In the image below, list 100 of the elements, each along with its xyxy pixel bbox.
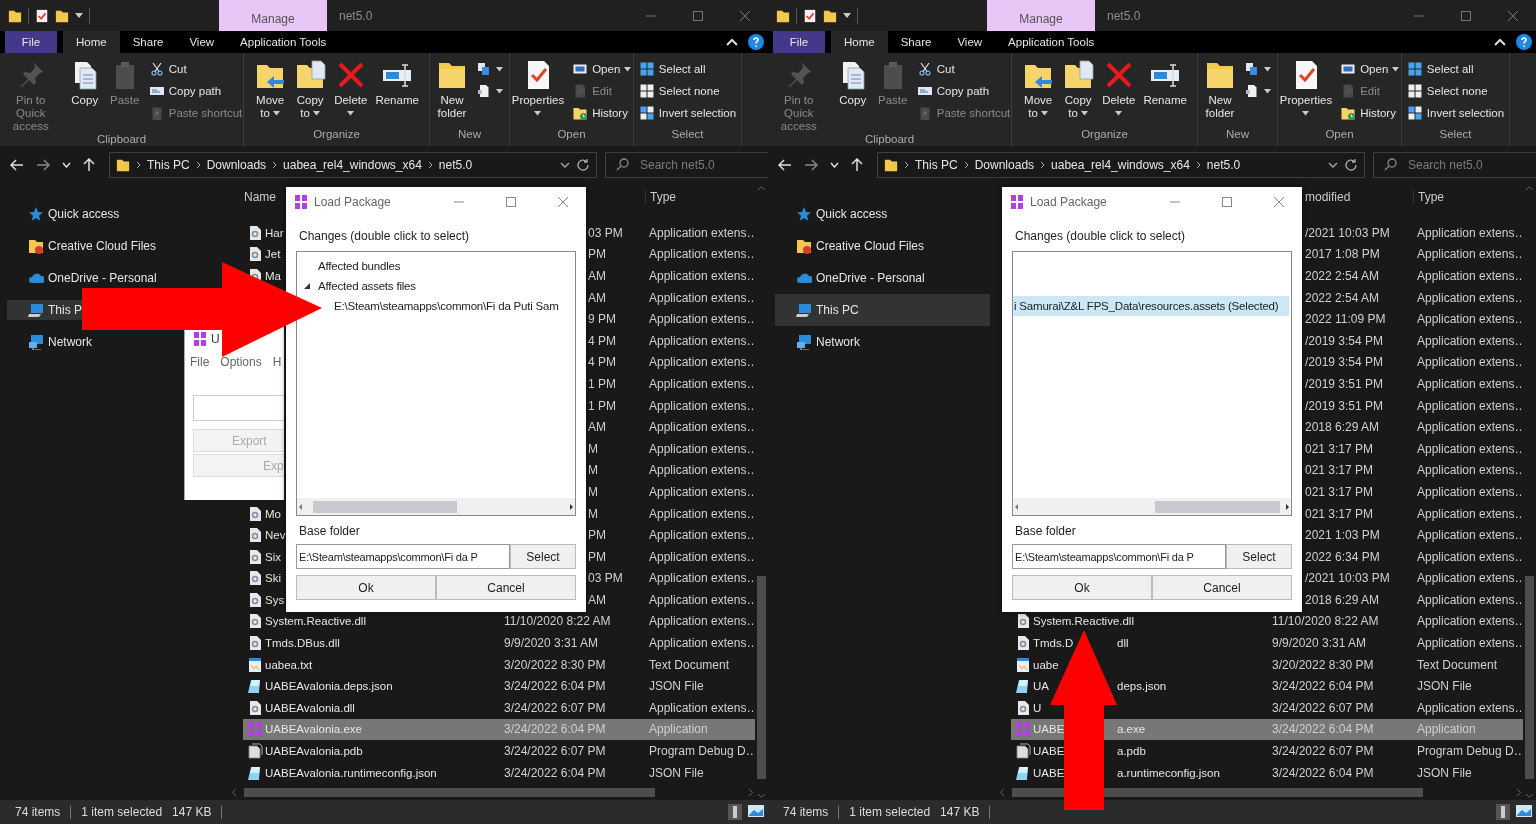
breadcrumb[interactable]: Downloads (206, 158, 267, 172)
ribbon-button[interactable]: Select all (1404, 59, 1507, 79)
help-icon[interactable] (1516, 34, 1532, 50)
scroll-thumb[interactable] (1525, 575, 1534, 780)
scroll-thumb[interactable] (757, 575, 766, 780)
base-folder-field[interactable]: E:\Steam\steamapps\common\Fi da P (1012, 544, 1226, 569)
up-button[interactable] (81, 156, 97, 174)
ok-button[interactable]: Ok (1012, 575, 1152, 600)
ribbon-button[interactable]: Copy to (1060, 59, 1097, 120)
folder-icon[interactable] (55, 8, 69, 23)
input-field[interactable] (193, 395, 284, 421)
recent-button[interactable] (60, 160, 73, 170)
breadcrumb[interactable]: uabea_rel4_windows_x64 (283, 158, 422, 172)
ribbon-button[interactable]: Copy path (146, 81, 245, 101)
ribbon-button[interactable]: Copy to (292, 59, 329, 120)
tiles-view-icon[interactable] (748, 804, 764, 818)
file-name[interactable]: UABEAvalonia.exe (265, 723, 362, 736)
ribbon-tab[interactable]: File (773, 31, 825, 53)
file-name[interactable]: UABE (1033, 766, 1065, 779)
file-name[interactable]: Ski (265, 572, 281, 585)
back-button[interactable] (8, 157, 26, 173)
ribbon-tab[interactable]: File (5, 31, 57, 53)
tree-item[interactable]: Affected assets files (318, 280, 416, 292)
horizontal-scrollbar[interactable] (1013, 498, 1291, 515)
help-icon[interactable] (748, 34, 764, 50)
file-name[interactable]: UABEAvalonia.pdb (265, 745, 363, 758)
ribbon-button[interactable]: Copy (834, 59, 871, 107)
breadcrumb[interactable]: This PC (915, 158, 958, 172)
file-name[interactable]: a.runtimeconfig.json (1117, 766, 1220, 779)
ribbon-button[interactable]: New folder (434, 59, 470, 120)
ribbon-button[interactable]: Rename (1141, 59, 1189, 107)
ribbon-tab[interactable]: Share (119, 31, 177, 53)
ribbon-button[interactable]: Cut (914, 59, 1013, 79)
file-name[interactable]: Ma (265, 270, 281, 282)
expanded-icon[interactable] (304, 283, 310, 289)
ribbon-button[interactable]: Invert selection (1404, 103, 1507, 123)
file-name[interactable]: System.Reactive.dll (1033, 615, 1134, 628)
scroll-thumb[interactable] (312, 500, 457, 513)
nav-item[interactable]: This P (7, 300, 82, 320)
up-button[interactable] (849, 156, 865, 174)
file-name[interactable]: U (1033, 701, 1042, 714)
nav-item[interactable]: This PC (775, 294, 990, 326)
ribbon-button[interactable]: Move to (252, 59, 289, 120)
file-name[interactable]: a.pdb (1117, 745, 1146, 758)
refresh-icon[interactable] (1344, 158, 1358, 172)
ribbon-button[interactable]: Select all (636, 59, 739, 79)
breadcrumb[interactable]: net5.0 (438, 158, 473, 172)
file-name[interactable]: Nev (265, 529, 286, 542)
tree-item[interactable]: Affected bundles (318, 260, 401, 272)
ribbon-button[interactable]: Properties (509, 59, 567, 120)
folder-icon[interactable] (823, 8, 837, 23)
ribbon-button[interactable]: Properties (1277, 59, 1335, 120)
tiles-view-icon[interactable] (1516, 804, 1532, 818)
file-name[interactable]: System.Reactive.dll (265, 615, 366, 628)
ribbon-tab[interactable]: Application Tools (227, 31, 340, 53)
context-tab[interactable]: Manage (219, 0, 327, 31)
checklist-icon[interactable] (803, 8, 817, 23)
tree-item[interactable]: E:\Steam\steamapps\common\Fi da Puti Sam (334, 300, 559, 312)
ribbon-button[interactable]: Delete (1100, 59, 1138, 120)
recent-button[interactable] (828, 160, 841, 170)
base-folder-field[interactable]: E:\Steam\steamapps\common\Fi da P (296, 544, 510, 569)
ribbon-tab[interactable]: Home (63, 31, 120, 53)
nav-item[interactable]: Quick access (7, 204, 120, 224)
scroll-thumb[interactable] (1012, 787, 1423, 797)
file-name[interactable]: Tmds.DBus.dll (265, 637, 340, 650)
details-view-icon[interactable] (1496, 804, 1510, 820)
file-name[interactable]: Har (265, 226, 284, 239)
ribbon-button[interactable]: Copy (66, 59, 103, 107)
ribbon-tab[interactable]: View (944, 31, 996, 53)
file-name[interactable]: UABE (1033, 745, 1065, 758)
nav-item[interactable]: Network (775, 326, 866, 358)
ribbon-button[interactable]: Move to (1020, 59, 1057, 120)
forward-button[interactable] (802, 157, 820, 173)
forward-button[interactable] (34, 157, 52, 173)
file-name[interactable]: UABEAvalonia.deps.json (265, 680, 393, 693)
caret-icon[interactable] (560, 162, 570, 168)
caret-icon[interactable] (843, 12, 851, 19)
ribbon-button[interactable]: Rename (373, 59, 421, 107)
address-bar[interactable]: This PC Downloads uabea_rel4_windows_x64 net5.0 (109, 152, 597, 178)
ribbon-button[interactable]: History (1338, 103, 1402, 123)
breadcrumb[interactable]: uabea_rel4_windows_x64 (1051, 158, 1190, 172)
file-name[interactable]: Jet (265, 248, 281, 261)
nav-item[interactable]: Quick access (775, 198, 894, 230)
caret-icon[interactable] (1328, 162, 1338, 168)
nav-item[interactable]: Network (7, 332, 92, 352)
select-button[interactable]: Select (510, 544, 576, 569)
nav-item[interactable]: OneDrive - Personal (775, 262, 931, 294)
back-button[interactable] (776, 157, 794, 173)
checklist-icon[interactable] (35, 8, 49, 23)
ribbon-tab[interactable]: View (176, 31, 228, 53)
ribbon-button[interactable]: Select none (636, 81, 739, 101)
ribbon-button[interactable]: Copy path (914, 81, 1013, 101)
menu-item[interactable]: File (190, 355, 210, 369)
changes-tree[interactable]: Affected bundles Affected assets files E:\Steam\steamapps\common\Fi da Puti Sam (296, 251, 576, 516)
collapse-icon[interactable] (1494, 38, 1506, 46)
cancel-button[interactable]: Cancel (436, 575, 576, 600)
nav-item[interactable]: OneDrive - Personal (7, 268, 157, 288)
ribbon-tab[interactable]: Share (887, 31, 945, 53)
file-name[interactable]: Tmds.D (1033, 637, 1074, 650)
context-tab[interactable]: Manage (987, 0, 1095, 31)
